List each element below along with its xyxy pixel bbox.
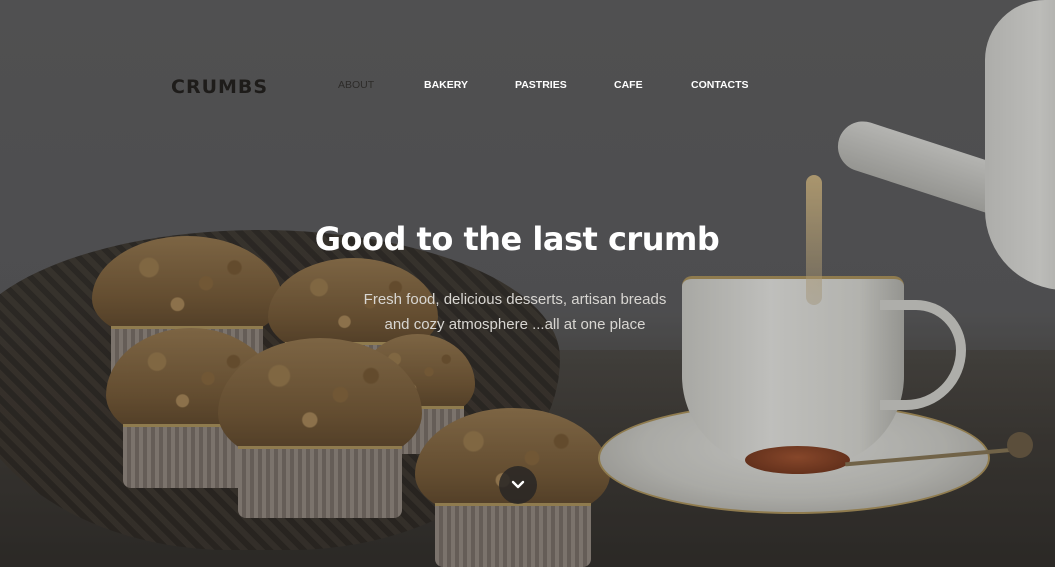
nav-item-contacts[interactable]: CONTACTS [691, 79, 749, 91]
hero-subtext: Fresh food, delicious desserts, artisan … [0, 287, 1030, 337]
nav-item-cafe[interactable]: CAFE [614, 79, 643, 91]
scroll-down-button[interactable] [499, 466, 537, 504]
nav-item-bakery[interactable]: BAKERY [424, 79, 468, 91]
chevron-down-icon [511, 480, 525, 489]
hero-headline: Good to the last crumb [314, 220, 720, 258]
hero-subtext-line-2: and cozy atmosphere ...all at one place [384, 316, 646, 333]
nav-item-about[interactable]: ABOUT [338, 79, 374, 91]
brand-logo[interactable]: CRUMBS [171, 76, 268, 98]
hero-subtext-line-1: Fresh food, delicious desserts, artisan … [363, 291, 667, 308]
nav-item-pastries[interactable]: PASTRIES [515, 79, 567, 91]
